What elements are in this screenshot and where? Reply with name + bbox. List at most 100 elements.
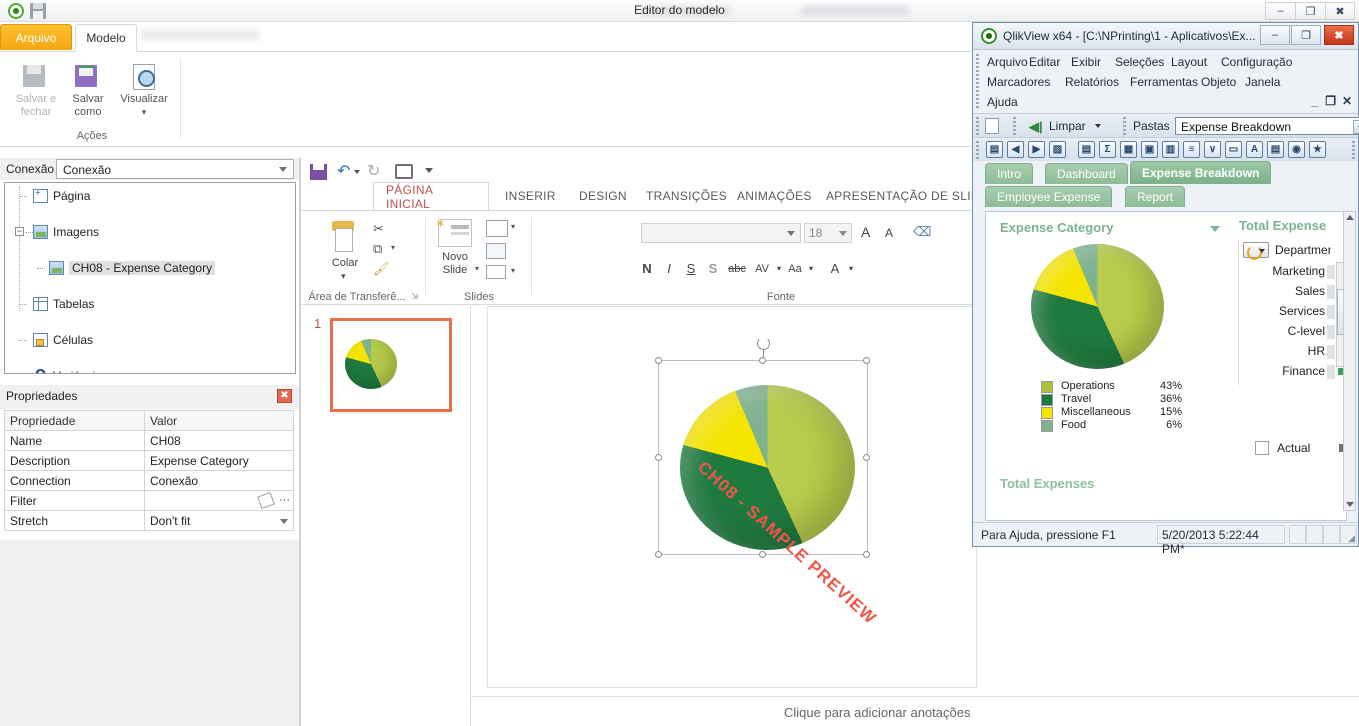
customize-qat-icon[interactable] xyxy=(425,168,433,173)
tree-item-variaveis[interactable]: Ω Variáveis xyxy=(5,367,295,374)
paste-icon[interactable] xyxy=(328,221,358,257)
save-as-button[interactable]: Salvar como xyxy=(60,60,116,119)
text-object-icon[interactable]: A xyxy=(1246,141,1263,158)
preview-button[interactable]: Visualizar ▾ xyxy=(116,60,172,119)
resize-handle-nw[interactable] xyxy=(655,357,662,364)
list-box-icon[interactable]: ▤ xyxy=(1078,141,1095,158)
tree-expander-icon[interactable]: − xyxy=(15,227,24,236)
clear-formatting-icon[interactable]: ⌫ xyxy=(913,224,931,240)
preview-dropdown-caret[interactable]: ▾ xyxy=(116,106,172,119)
table-row[interactable]: Filter ··· xyxy=(4,490,294,511)
chevron-down-icon[interactable] xyxy=(279,167,287,172)
list-item[interactable]: Finance xyxy=(1239,362,1346,382)
menu-arquivo[interactable]: Arquivo xyxy=(987,55,1028,69)
menu-marcadores[interactable]: Marcadores xyxy=(987,75,1050,89)
notes-placeholder[interactable]: Clique para adicionar anotações xyxy=(784,705,970,720)
mdi-close-button[interactable]: ✕ xyxy=(1342,94,1352,108)
chevron-down-icon[interactable] xyxy=(1353,120,1359,134)
sheet-select[interactable]: Expense Breakdown xyxy=(1175,117,1359,135)
menu-janela[interactable]: Janela xyxy=(1245,75,1280,89)
menu-objeto[interactable]: Objeto xyxy=(1201,75,1236,89)
toolbar-grip[interactable] xyxy=(1123,117,1126,135)
mdi-minimize-button[interactable]: _ xyxy=(1311,94,1318,108)
layout-dropdown-caret[interactable]: ▾ xyxy=(511,222,515,231)
scroll-up-icon[interactable] xyxy=(1346,215,1354,220)
property-value-filter[interactable]: ··· xyxy=(144,490,294,511)
menu-editar[interactable]: Editar xyxy=(1029,55,1060,69)
back-icon[interactable]: ◀ xyxy=(1007,141,1024,158)
menu-ferramentas[interactable]: Ferramentas xyxy=(1130,75,1198,89)
clear-icon[interactable]: ◀| xyxy=(1029,119,1043,135)
slide-thumbnail-1[interactable] xyxy=(330,318,452,412)
resize-handle-sw[interactable] xyxy=(655,551,662,558)
actual-checkbox[interactable] xyxy=(1255,441,1269,455)
list-item[interactable]: Sales xyxy=(1239,282,1346,302)
eraser-icon[interactable] xyxy=(257,491,275,510)
toolbar-grip[interactable] xyxy=(976,141,979,159)
statistics-box-icon[interactable]: Σ xyxy=(1099,141,1116,158)
list-item[interactable]: HR xyxy=(1239,342,1346,362)
rotate-handle[interactable] xyxy=(757,337,770,350)
clear-button-label[interactable]: Limpar xyxy=(1049,119,1086,133)
redo-icon[interactable]: ↻ xyxy=(367,164,380,180)
table-row[interactable]: Connection Conexão xyxy=(4,470,294,491)
sheet-tab-report[interactable]: Report xyxy=(1125,186,1186,207)
toolbar-grip[interactable] xyxy=(1352,141,1355,159)
forward-icon[interactable]: ▶ xyxy=(1028,141,1045,158)
shadow-button[interactable]: S xyxy=(702,261,724,276)
ellipsis-button[interactable]: ··· xyxy=(279,494,290,506)
sheet-tab-employee-expense[interactable]: Employee Expense xyxy=(985,186,1113,207)
section-dropdown-caret[interactable]: ▾ xyxy=(511,266,515,275)
tab-design[interactable]: DESIGN xyxy=(567,182,639,210)
property-value[interactable]: CH08 xyxy=(144,430,294,451)
section-icon[interactable] xyxy=(486,265,506,279)
qlikview-sheet-body[interactable]: Expense Category Operations 43% Travel 3… xyxy=(985,211,1347,521)
legend-item[interactable]: Food 6% xyxy=(1041,419,1182,432)
font-color-button[interactable]: A xyxy=(824,261,846,276)
chart-icon[interactable]: ▥ xyxy=(1162,141,1179,158)
italic-button[interactable]: I xyxy=(658,261,680,276)
reset-slide-icon[interactable] xyxy=(486,243,506,259)
property-value-stretch[interactable]: Don't fit xyxy=(144,510,294,531)
increase-font-size-icon[interactable]: A xyxy=(861,224,870,240)
format-painter-icon[interactable]: 🖌 xyxy=(373,261,390,277)
restore-button[interactable]: ❐ xyxy=(1295,2,1325,20)
minimize-button[interactable]: – xyxy=(1260,25,1290,45)
property-value[interactable]: Expense Category xyxy=(144,450,294,471)
font-name-select[interactable] xyxy=(641,223,801,243)
resize-handle-n[interactable] xyxy=(759,357,766,364)
tree-item-pagina[interactable]: Página xyxy=(5,187,295,205)
current-selections-icon[interactable]: ▤ xyxy=(1267,141,1284,158)
tab-inserir[interactable]: INSERIR xyxy=(493,182,568,210)
tab-pagina-inicial[interactable]: PÁGINA INICIAL xyxy=(373,182,489,211)
toolbar-grip[interactable] xyxy=(976,117,979,135)
paste-dropdown-caret[interactable]: ▾ xyxy=(341,271,346,282)
clear-dropdown-caret[interactable] xyxy=(1095,124,1101,128)
connection-select[interactable]: Conexão xyxy=(56,159,294,179)
tab-transicoes[interactable]: TRANSIÇÕES xyxy=(634,182,739,210)
strikethrough-button[interactable]: abc xyxy=(724,263,750,275)
resize-handle-e[interactable] xyxy=(863,454,870,461)
list-item[interactable]: Marketing xyxy=(1239,262,1346,282)
clipboard-dialog-launcher[interactable]: ⇲ xyxy=(411,291,419,302)
save-and-close-button[interactable]: Salvar e fechar xyxy=(8,60,64,119)
tree-item-celulas[interactable]: Células xyxy=(5,331,295,349)
legend-item[interactable]: Miscellaneous 15% xyxy=(1041,406,1182,419)
copy-dropdown-caret[interactable]: ▾ xyxy=(391,243,395,252)
menu-selecoes[interactable]: Seleções xyxy=(1115,55,1164,69)
new-sheet-icon[interactable]: ▤ xyxy=(986,141,1003,158)
table-row[interactable]: Description Expense Category xyxy=(4,450,294,471)
change-case-button[interactable]: Aa xyxy=(784,263,806,275)
font-color-caret[interactable]: ▾ xyxy=(846,264,856,273)
close-button[interactable]: ✖ xyxy=(1324,25,1354,45)
select-possible-icon[interactable] xyxy=(1243,242,1269,260)
properties-close-icon[interactable]: ✖ xyxy=(277,389,292,403)
chart-menu-caret-icon[interactable] xyxy=(1210,226,1220,232)
tab-arquivo[interactable]: Arquivo xyxy=(0,24,72,50)
resize-handle-ne[interactable] xyxy=(863,357,870,364)
menubar-grip[interactable] xyxy=(976,54,979,109)
chevron-down-icon[interactable] xyxy=(280,519,288,524)
expense-category-pie-chart[interactable] xyxy=(1031,244,1164,369)
save-icon[interactable] xyxy=(310,164,327,180)
character-spacing-button[interactable]: AV xyxy=(750,263,774,275)
